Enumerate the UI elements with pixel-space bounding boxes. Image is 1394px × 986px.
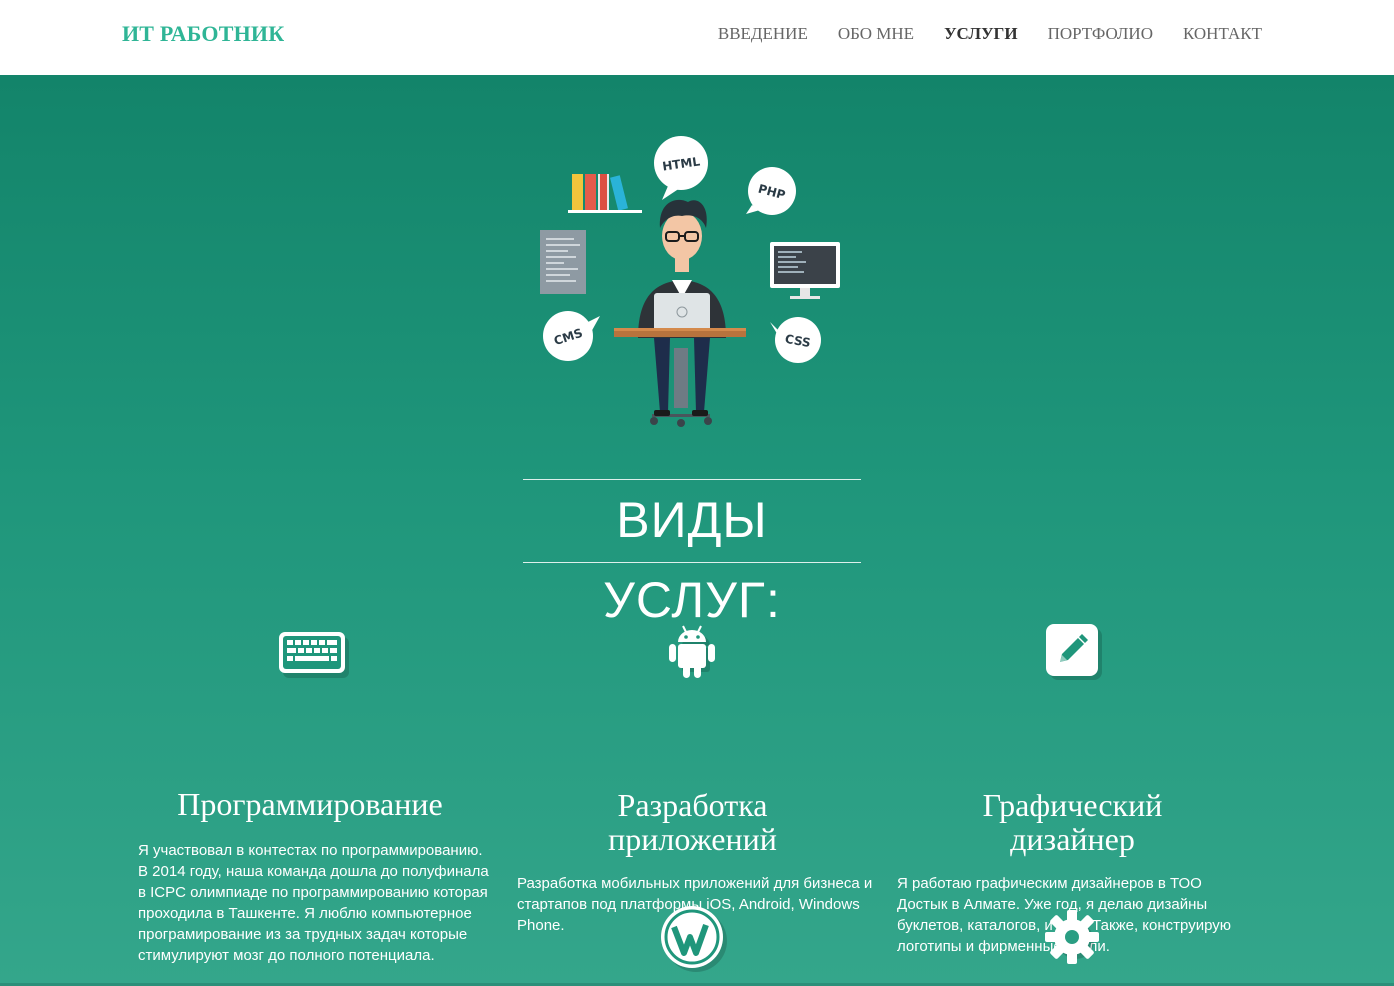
nav-about[interactable]: ОБО МНЕ bbox=[838, 24, 914, 44]
wordpress-icon bbox=[661, 906, 727, 972]
html-bubble: HTML bbox=[654, 136, 708, 200]
nav-intro[interactable]: ВВЕДЕНИЕ bbox=[718, 24, 808, 44]
monitor-icon bbox=[770, 242, 840, 299]
keyboard-icon bbox=[279, 632, 349, 678]
hero-section: HTML PHP CMS CSS ВИДЫ УСЛУГ: Программиро… bbox=[0, 75, 1394, 986]
service-description: Я участвовал в контестах по программиров… bbox=[138, 842, 489, 964]
books-icon bbox=[568, 174, 642, 213]
navbar: ИТ РАБОТНИК ВВЕДЕНИЕ ОБО МНЕ УСЛУГИ ПОРТ… bbox=[0, 0, 1394, 75]
service-app-development: Разработка приложений Разработка мобильн… bbox=[510, 620, 875, 934]
services-heading: ВИДЫ УСЛУГ: bbox=[523, 479, 861, 628]
gear-icon bbox=[1045, 910, 1099, 964]
service-title: Программирование bbox=[177, 786, 443, 822]
brand-logo[interactable]: ИТ РАБОТНИК bbox=[122, 21, 284, 47]
nav-contact[interactable]: КОНТАКТ bbox=[1183, 24, 1262, 44]
developer-illustration: HTML PHP CMS CSS bbox=[540, 136, 840, 427]
service-graphic-design: Графический дизайнер Я работаю графическ… bbox=[890, 620, 1255, 955]
nav-portfolio[interactable]: ПОРТФОЛИО bbox=[1048, 24, 1153, 44]
pencil-icon bbox=[1046, 624, 1102, 680]
developer-figure bbox=[614, 199, 746, 427]
android-icon bbox=[669, 625, 715, 678]
cms-bubble: CMS bbox=[543, 311, 600, 361]
main-nav: ВВЕДЕНИЕ ОБО МНЕ УСЛУГИ ПОРТФОЛИО КОНТАК… bbox=[718, 24, 1262, 44]
service-programming: Программирование Я участвовал в контеста… bbox=[130, 620, 490, 964]
css-bubble: CSS bbox=[770, 317, 821, 363]
service-title: Разработка приложений bbox=[608, 787, 777, 857]
php-bubble: PHP bbox=[746, 167, 796, 215]
service-title: Графический дизайнер bbox=[982, 787, 1163, 857]
code-page-icon bbox=[540, 230, 586, 294]
nav-services[interactable]: УСЛУГИ bbox=[944, 24, 1018, 44]
